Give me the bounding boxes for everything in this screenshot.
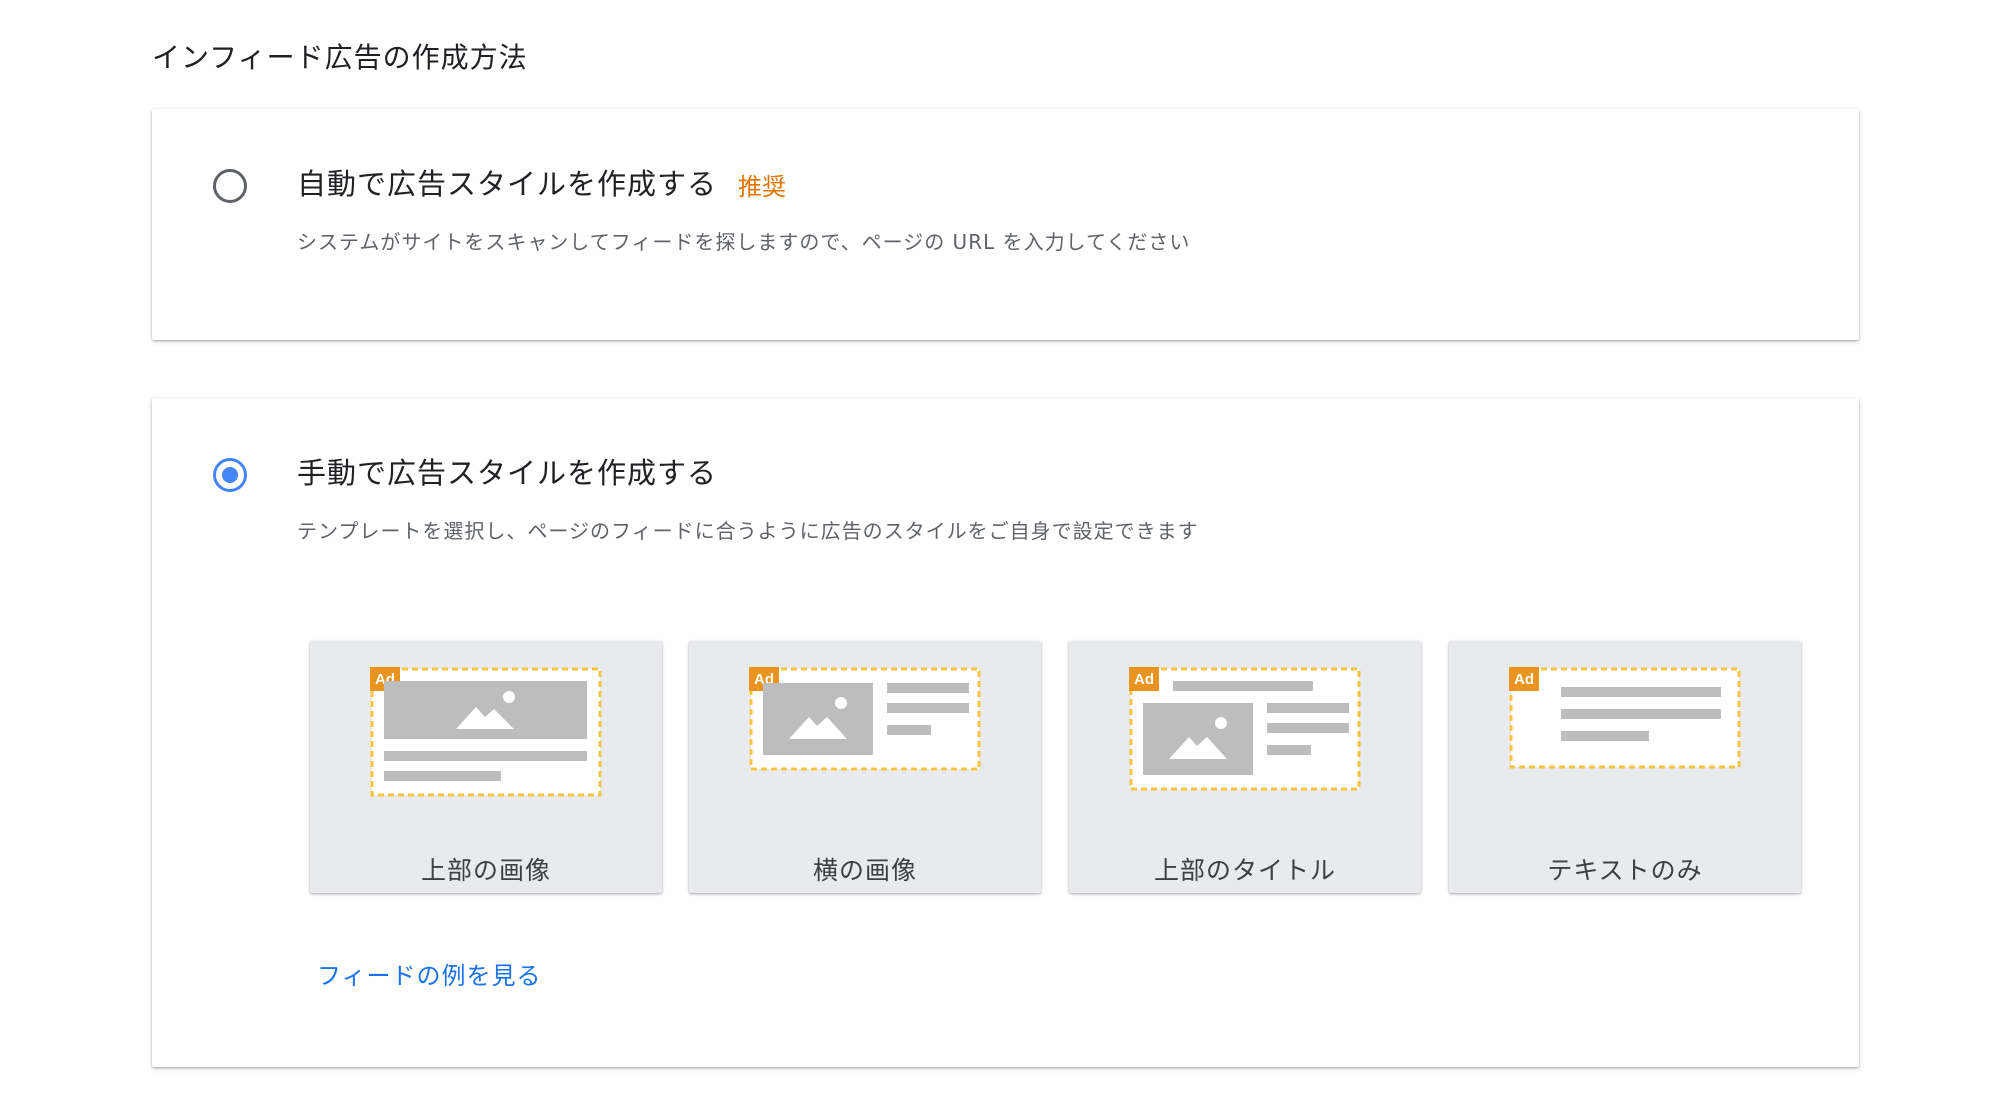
auto-style-description: システムがサイトをスキャンしてフィードを探しますので、ページの URL を入力し… xyxy=(297,230,1191,254)
template-label: 上部のタイトル xyxy=(1153,856,1336,885)
text-only-icon: Ad xyxy=(1509,667,1741,769)
manual-style-option-card[interactable]: 手動で広告スタイルを作成する テンプレートを選択し、ページのフィードに合うように… xyxy=(152,398,1859,1067)
image-side-icon: Ad xyxy=(749,667,981,771)
auto-style-radio[interactable] xyxy=(213,169,247,203)
template-label: 上部の画像 xyxy=(420,856,551,885)
image-top-icon: Ad xyxy=(370,667,602,797)
manual-style-radio[interactable] xyxy=(213,458,247,492)
template-image-side[interactable]: Ad 横の画像 xyxy=(689,641,1041,893)
manual-style-description: テンプレートを選択し、ページのフィードに合うように広告のスタイルをご自身で設定で… xyxy=(297,519,1199,543)
page-title: インフィード広告の作成方法 xyxy=(152,41,528,74)
template-image-top[interactable]: Ad 上部の画像 xyxy=(310,641,662,893)
recommended-badge: 推奨 xyxy=(738,173,786,201)
ad-badge: Ad xyxy=(1134,671,1154,688)
template-label: 横の画像 xyxy=(812,856,917,885)
title-top-icon: Ad xyxy=(1129,667,1361,791)
template-label: テキストのみ xyxy=(1547,856,1703,885)
template-text-only[interactable]: Ad テキストのみ xyxy=(1449,641,1801,893)
auto-style-title: 自動で広告スタイルを作成する xyxy=(297,167,718,201)
ad-badge: Ad xyxy=(1514,671,1534,688)
manual-style-title: 手動で広告スタイルを作成する xyxy=(297,456,718,490)
feed-example-link[interactable]: フィードの例を見る xyxy=(317,956,542,991)
template-title-top[interactable]: Ad 上部のタイトル xyxy=(1069,641,1421,893)
auto-style-option-card[interactable]: 自動で広告スタイルを作成する 推奨 システムがサイトをスキャンしてフィードを探し… xyxy=(152,109,1859,340)
